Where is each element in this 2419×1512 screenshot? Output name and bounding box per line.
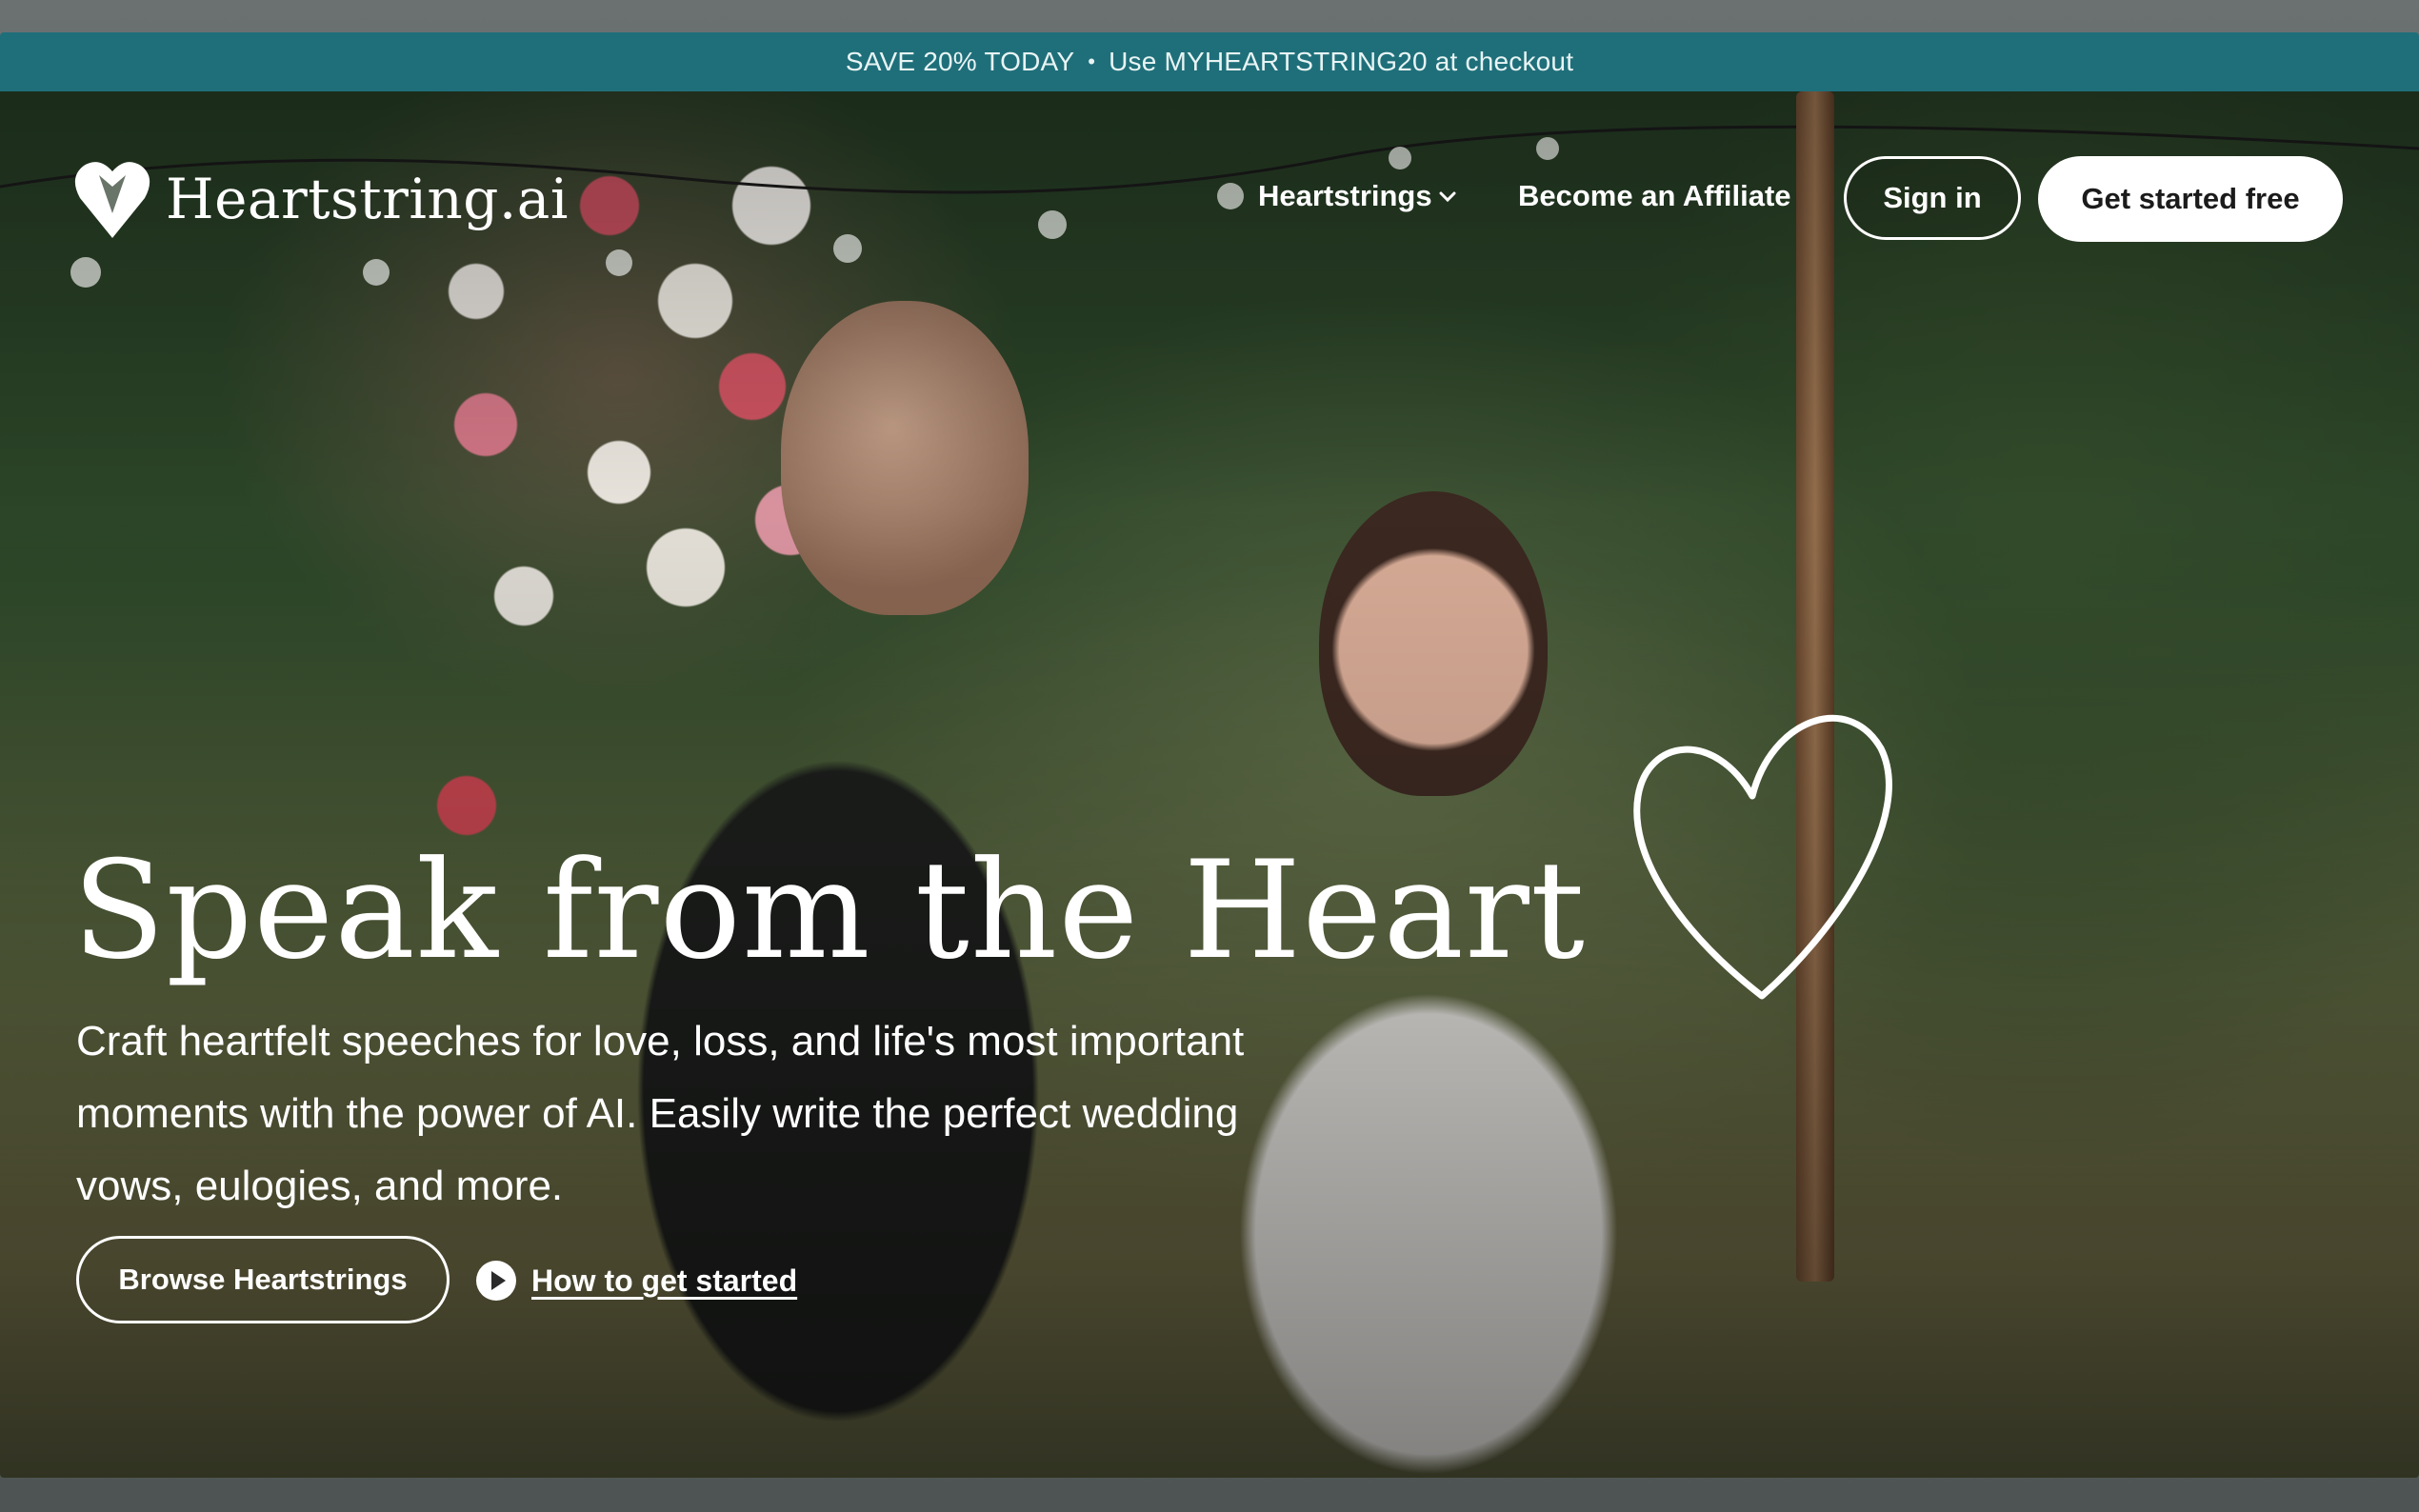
- promo-banner: SAVE 20% TODAY • Use MYHEARTSTRING20 at …: [0, 32, 2419, 91]
- hero-section: Heartstring.ai Heartstrings Become an Af…: [0, 91, 2419, 1478]
- promo-separator: •: [1088, 50, 1096, 73]
- hero-headline: Speak from the Heart: [72, 832, 1586, 989]
- how-to-get-started-link[interactable]: How to get started: [474, 1259, 797, 1303]
- nav-affiliate-link[interactable]: Become an Affiliate: [1518, 179, 1791, 213]
- get-started-button[interactable]: Get started free: [2038, 156, 2343, 242]
- browser-frame: SAVE 20% TODAY • Use MYHEARTSTRING20 at …: [0, 0, 2419, 1512]
- top-navigation: Heartstring.ai Heartstrings Become an Af…: [0, 91, 2419, 244]
- heart-doodle-icon: [1633, 714, 1892, 1000]
- nav-heartstrings-label: Heartstrings: [1258, 179, 1432, 212]
- nav-heartstrings-dropdown[interactable]: Heartstrings: [1258, 179, 1457, 213]
- brand-name: Heartstring.ai: [166, 167, 569, 231]
- chevron-down-icon: [1439, 191, 1456, 203]
- landing-page: SAVE 20% TODAY • Use MYHEARTSTRING20 at …: [0, 32, 2419, 1478]
- how-to-get-started-label: How to get started: [531, 1263, 798, 1298]
- hero-subtitle: Craft heartfelt speeches for love, loss,…: [76, 1018, 1245, 1209]
- brand-logo[interactable]: Heartstring.ai: [74, 158, 569, 240]
- heart-logo-icon: [74, 162, 150, 238]
- promo-code-text: Use MYHEARTSTRING20 at checkout: [1109, 47, 1574, 76]
- play-circle-icon: [476, 1261, 516, 1301]
- sign-in-button[interactable]: Sign in: [1844, 156, 2021, 240]
- browse-heartstrings-button[interactable]: Browse Heartstrings: [76, 1236, 450, 1323]
- promo-offer: SAVE 20% TODAY: [845, 47, 1075, 76]
